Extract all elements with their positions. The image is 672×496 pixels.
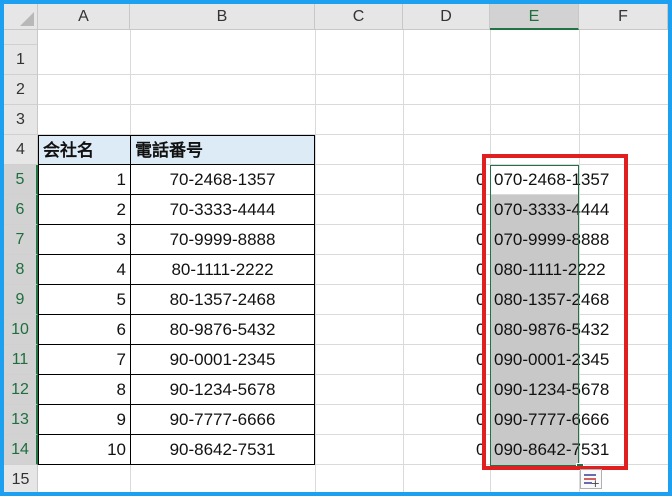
row-header-11[interactable]: 11 <box>4 345 38 375</box>
gridline <box>315 30 316 492</box>
row-header-12[interactable]: 12 <box>4 375 38 405</box>
row-header-15[interactable]: 15 <box>4 465 38 492</box>
cell-b10[interactable]: 80-9876-5432 <box>130 315 315 345</box>
gridline <box>38 494 668 495</box>
row-header-1[interactable]: 1 <box>4 45 38 75</box>
row-header-7[interactable]: 7 <box>4 225 38 255</box>
row-header-strip <box>4 30 38 45</box>
column-header-c[interactable]: C <box>315 4 403 30</box>
cell-a6[interactable]: 2 <box>38 195 131 225</box>
paste-options-icon[interactable]: + <box>580 469 602 490</box>
cell-a9[interactable]: 5 <box>38 285 131 315</box>
cell-a8[interactable]: 4 <box>38 255 131 285</box>
row-header-8[interactable]: 8 <box>4 255 38 285</box>
gridline <box>38 104 668 105</box>
cell-a13[interactable]: 9 <box>38 405 131 435</box>
column-header-d[interactable]: D <box>403 4 490 30</box>
row-header-5[interactable]: 5 <box>4 165 38 195</box>
cell-a12[interactable]: 8 <box>38 375 131 405</box>
column-header-a[interactable]: A <box>38 4 130 30</box>
cell-b6[interactable]: 70-3333-4444 <box>130 195 315 225</box>
column-header-f[interactable]: F <box>579 4 668 30</box>
row-header-6[interactable]: 6 <box>4 195 38 225</box>
select-all-button[interactable] <box>4 4 38 30</box>
header-company-name[interactable]: 会社名 <box>38 135 131 165</box>
cell-a11[interactable]: 7 <box>38 345 131 375</box>
cell-a10[interactable]: 6 <box>38 315 131 345</box>
header-phone-number[interactable]: 電話番号 <box>130 135 315 165</box>
row-header-4[interactable]: 4 <box>4 135 38 165</box>
cell-b7[interactable]: 70-9999-8888 <box>130 225 315 255</box>
cell-b13[interactable]: 90-7777-6666 <box>130 405 315 435</box>
row-header-2[interactable]: 2 <box>4 75 38 105</box>
cell-a5[interactable]: 1 <box>38 165 131 195</box>
cell-b5[interactable]: 70-2468-1357 <box>130 165 315 195</box>
cell-b9[interactable]: 80-1357-2468 <box>130 285 315 315</box>
row-header-3[interactable]: 3 <box>4 105 38 135</box>
highlight-annotation-box <box>482 154 628 470</box>
row-header-9[interactable]: 9 <box>4 285 38 315</box>
spreadsheet-grid[interactable]: A B C D E F 1 2 3 4 5 6 7 8 9 10 11 12 1… <box>4 4 668 492</box>
screenshot-frame: A B C D E F 1 2 3 4 5 6 7 8 9 10 11 12 1… <box>0 0 672 496</box>
select-all-triangle-icon <box>20 12 34 26</box>
gridline <box>403 30 404 492</box>
cell-b11[interactable]: 90-0001-2345 <box>130 345 315 375</box>
cell-b12[interactable]: 90-1234-5678 <box>130 375 315 405</box>
cell-b8[interactable]: 80-1111-2222 <box>130 255 315 285</box>
column-header-b[interactable]: B <box>130 4 315 30</box>
cell-a14[interactable]: 10 <box>38 435 131 465</box>
cell-a7[interactable]: 3 <box>38 225 131 255</box>
column-header-e[interactable]: E <box>490 4 579 30</box>
cell-b14[interactable]: 90-8642-7531 <box>130 435 315 465</box>
row-header-10[interactable]: 10 <box>4 315 38 345</box>
row-header-13[interactable]: 13 <box>4 405 38 435</box>
row-header-14[interactable]: 14 <box>4 435 38 465</box>
gridline <box>38 74 668 75</box>
